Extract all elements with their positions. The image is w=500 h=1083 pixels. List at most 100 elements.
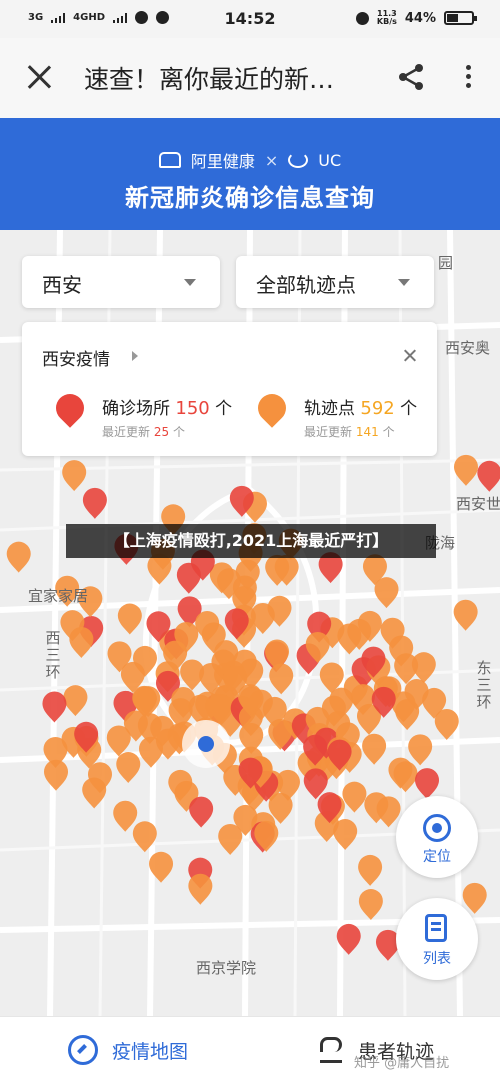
battery-fill bbox=[447, 14, 458, 22]
map-label-xian-top-right: 西安奥 bbox=[445, 339, 491, 357]
map-pin bbox=[116, 752, 141, 784]
close-icon[interactable] bbox=[402, 348, 418, 364]
info-card: 西安疫情 确诊场所 150 个 最近更新 25 个 轨迹点 592 个 最近更新… bbox=[22, 322, 437, 456]
list-icon bbox=[425, 914, 447, 942]
banner-title: 新冠肺炎确诊信息查询 bbox=[125, 184, 375, 212]
brand-uc: UC bbox=[318, 150, 342, 170]
confirmed-recent-count: 25 bbox=[153, 425, 170, 439]
map-pin bbox=[362, 733, 387, 765]
alarm-icon bbox=[355, 11, 369, 25]
map-label-ring-west: 西三环 bbox=[45, 629, 61, 681]
locate-button[interactable]: 定位 bbox=[396, 796, 478, 878]
chevron-right-icon[interactable] bbox=[132, 351, 138, 361]
status-bar: 3G 4GHD 14:52 11.3 KB/s 44% bbox=[0, 0, 500, 38]
map-pin bbox=[189, 796, 214, 828]
map-pin bbox=[477, 460, 500, 492]
map-pin bbox=[188, 873, 213, 905]
battery-icon bbox=[444, 11, 477, 25]
alihealth-logo-icon bbox=[158, 152, 181, 168]
net-speed-unit: KB/s bbox=[376, 17, 397, 26]
map-pin bbox=[269, 663, 294, 695]
chevron-down-icon bbox=[398, 279, 410, 286]
banner: 阿里健康 × UC 新冠肺炎确诊信息查询 bbox=[0, 118, 500, 230]
map-label-ring-east: 东三环 bbox=[476, 659, 492, 711]
tab-epidemic-map-label: 疫情地图 bbox=[112, 1040, 189, 1063]
confirmed-recent-unit: 个 bbox=[172, 425, 185, 439]
map-label-school: 西京学院 bbox=[196, 959, 257, 977]
trajectory-label: 轨迹点 bbox=[304, 399, 355, 419]
map-pin bbox=[113, 800, 138, 832]
map-pin bbox=[415, 768, 440, 800]
confirmed-recent-label: 最近更新 bbox=[102, 425, 151, 439]
confirmed-label-row: 确诊场所 150 个 bbox=[102, 394, 232, 419]
trajectory-recent-count: 141 bbox=[355, 425, 379, 439]
brand-row: 阿里健康 × UC bbox=[0, 148, 500, 172]
confirmed-label: 确诊场所 bbox=[102, 399, 170, 419]
type-dropdown[interactable]: 全部轨迹点 bbox=[236, 256, 434, 308]
uc-logo-icon bbox=[288, 152, 309, 168]
map-view[interactable]: 园 西安奥 西安世 陇海 宜家家居 西三环 东三环 西京学院 西安 全部轨迹点 … bbox=[0, 230, 500, 1016]
tab-epidemic-map[interactable]: 疫情地图 bbox=[68, 1035, 188, 1065]
trajectory-pin-icon bbox=[252, 388, 292, 428]
map-pin bbox=[342, 781, 367, 813]
map-pin bbox=[63, 685, 88, 717]
map-label-home: 宜家家居 bbox=[28, 587, 89, 605]
route-icon bbox=[318, 1035, 344, 1065]
map-pin bbox=[69, 626, 94, 658]
map-pin bbox=[44, 759, 69, 791]
share-icon[interactable] bbox=[394, 60, 428, 94]
watermark: 知乎 @庸人自扰 bbox=[354, 1056, 450, 1071]
map-pin bbox=[393, 761, 418, 793]
map-icon bbox=[68, 1035, 98, 1065]
brand-alihealth: 阿里健康 bbox=[190, 152, 255, 171]
map-label-park: 园 bbox=[438, 254, 454, 272]
locate-label: 定位 bbox=[423, 849, 451, 865]
net-speed: 11.3 KB/s bbox=[377, 10, 397, 26]
overlay-caption: 【上海疫情殴打,2021上海最近严打】 bbox=[66, 524, 436, 558]
trajectory-count: 592 bbox=[360, 398, 395, 419]
card-title[interactable]: 西安疫情 bbox=[42, 345, 110, 370]
bottom-nav: 疫情地图 患者轨迹 bbox=[0, 1016, 500, 1083]
list-label: 列表 bbox=[423, 951, 451, 967]
map-pin bbox=[453, 454, 478, 486]
trajectory-recent: 最近更新 141 个 bbox=[304, 423, 395, 440]
trajectory-recent-unit: 个 bbox=[382, 425, 395, 439]
map-pin bbox=[218, 823, 243, 855]
confirmed-count: 150 bbox=[175, 398, 210, 419]
confirmed-recent: 最近更新 25 个 bbox=[102, 423, 185, 440]
chevron-down-icon bbox=[184, 279, 196, 286]
map-pin bbox=[462, 882, 487, 914]
map-pin bbox=[6, 541, 31, 573]
trajectory-recent-label: 最近更新 bbox=[304, 425, 353, 439]
map-pin bbox=[42, 691, 67, 723]
confirmed-pin-icon bbox=[50, 388, 90, 428]
map-pin bbox=[358, 889, 383, 921]
current-location-dot bbox=[198, 736, 214, 752]
app-header: 速查！离你最近的新… bbox=[0, 38, 500, 118]
close-icon[interactable] bbox=[22, 60, 56, 94]
page-title: 速查！离你最近的新… bbox=[84, 65, 335, 94]
trajectory-unit: 个 bbox=[400, 399, 418, 419]
map-pin bbox=[395, 699, 420, 731]
confirmed-unit: 个 bbox=[215, 399, 233, 419]
list-button[interactable]: 列表 bbox=[396, 898, 478, 980]
map-label-xian-right: 西安世 bbox=[456, 495, 500, 513]
city-dropdown[interactable]: 西安 bbox=[22, 256, 220, 308]
map-pin bbox=[82, 487, 107, 519]
map-pin bbox=[117, 603, 142, 635]
brand-separator: × bbox=[264, 150, 279, 170]
more-vertical-icon[interactable] bbox=[456, 62, 480, 92]
map-pin bbox=[376, 796, 401, 828]
map-pin bbox=[62, 460, 87, 492]
battery-percent: 44% bbox=[404, 10, 436, 26]
status-right: 11.3 KB/s 44% bbox=[355, 10, 477, 26]
locate-icon bbox=[423, 814, 451, 842]
map-pin bbox=[408, 734, 433, 766]
type-dropdown-value: 全部轨迹点 bbox=[256, 273, 356, 297]
trajectory-label-row: 轨迹点 592 个 bbox=[304, 394, 417, 419]
map-pin bbox=[180, 659, 205, 691]
map-pin bbox=[374, 577, 399, 609]
city-dropdown-value: 西安 bbox=[42, 273, 82, 297]
map-pin bbox=[358, 854, 383, 886]
map-pin bbox=[106, 725, 131, 757]
